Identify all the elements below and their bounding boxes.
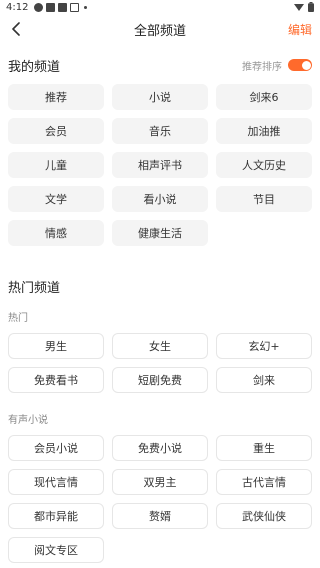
my-channel-chip[interactable]: 推荐 [8,84,104,110]
status-bar: 4:12 [0,0,320,14]
hot-channel-chip[interactable]: 玄幻+ [216,333,312,359]
hot-group-title: 有声小说 [8,414,48,426]
more-notifications-icon [84,5,88,9]
app-notification-icon [58,2,68,12]
hot-channel-chip[interactable]: 免费看书 [8,367,104,393]
chevron-left-icon [12,22,20,36]
back-button[interactable] [6,19,26,39]
my-channel-chip[interactable]: 加油推 [216,118,312,144]
hot-channel-chip[interactable]: 古代言情 [216,469,312,495]
my-channels-header: 我的频道 推荐排序 [0,56,320,75]
hot-channel-chip[interactable]: 男生 [8,333,104,359]
notification-icon [34,2,44,12]
my-channel-chip[interactable]: 音乐 [112,118,208,144]
my-channel-chip[interactable]: 看小说 [112,186,208,212]
hot-channel-chip[interactable]: 重生 [216,435,312,461]
recommend-sort-label: 推荐排序 [242,61,282,73]
edit-button[interactable]: 编辑 [288,21,312,38]
my-channel-chip[interactable]: 儿童 [8,152,104,178]
hot-group-title: 热门 [8,312,28,324]
hot-group-grid: 男生 女生 玄幻+ 免费看书 短剧免费 剑来 [0,333,320,393]
my-channel-chip[interactable]: 小说 [112,84,208,110]
hot-channel-chip[interactable]: 免费小说 [112,435,208,461]
hot-channel-chip[interactable]: 双男主 [112,469,208,495]
hot-channel-chip[interactable]: 短剧免费 [112,367,208,393]
hot-channels-title: 热门频道 [8,280,61,296]
hot-channel-chip[interactable]: 都市异能 [8,503,104,529]
my-channel-chip[interactable]: 情感 [8,220,104,246]
hot-channel-chip[interactable]: 现代言情 [8,469,104,495]
recommend-sort: 推荐排序 [242,58,312,73]
battery-icon [308,2,314,12]
my-channels-grid: 推荐 小说 剑来6 会员 音乐 加油推儿童 相声评书 人文历史文学 看小说 节目情感 健康生活 [0,84,320,246]
hot-channels-groups: 热门男生 女生 玄幻+ 免费看书 短剧免费 剑来有声小说会员小说 免费小说 重生现代言情 双男主… [0,309,320,563]
hot-group-grid: 会员小说 免费小说 重生现代言情 双男主 古代言情都市异能 赘婿 武侠仙侠阅文专区 [0,435,320,563]
my-channel-chip[interactable]: 健康生活 [112,220,208,246]
my-channel-chip[interactable]: 文学 [8,186,104,212]
hot-channel-chip[interactable]: 赘婿 [112,503,208,529]
wifi-icon [294,3,304,11]
hot-channel-chip[interactable]: 女生 [112,333,208,359]
my-channel-chip[interactable]: 相声评书 [112,152,208,178]
recommend-sort-toggle[interactable] [288,59,312,71]
my-channels-title: 我的频道 [8,59,61,75]
my-channel-chip[interactable]: 人文历史 [216,152,312,178]
hot-channels-header: 热门频道 [0,277,320,296]
my-channel-chip[interactable]: 会员 [8,118,104,144]
my-channel-chip[interactable]: 剑来6 [216,84,312,110]
hot-channel-chip[interactable]: 剑来 [216,367,312,393]
hot-channel-chip[interactable]: 会员小说 [8,435,104,461]
toggle-knob [301,60,311,70]
hot-channel-chip[interactable]: 武侠仙侠 [216,503,312,529]
my-channel-chip[interactable]: 节目 [216,186,312,212]
hot-channel-chip[interactable]: 阅文专区 [8,537,104,563]
nav-bar: 全部频道 编辑 [0,14,320,44]
app-notification-icon [46,2,56,12]
app-notification-icon [70,2,80,12]
page-title: 全部频道 [133,23,186,39]
status-time: 4:12 [6,1,29,13]
